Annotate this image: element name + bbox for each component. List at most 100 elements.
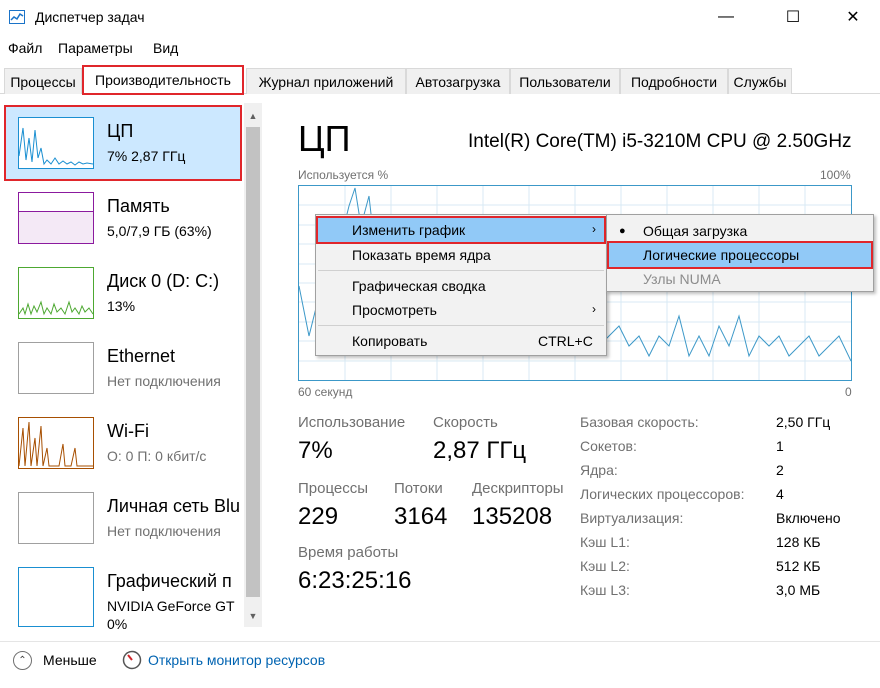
info-label: Виртуализация:	[580, 510, 684, 526]
sidebar-item-label: Диск 0 (D: C:)	[107, 271, 220, 291]
processes-label: Процессы	[298, 480, 369, 497]
scroll-up-icon[interactable]: ▲	[244, 107, 262, 125]
task-manager-icon	[9, 10, 25, 24]
context-menu: Изменить график › Показать время ядра Гр…	[315, 214, 607, 356]
usage-label: Использование	[298, 414, 406, 431]
ctx-graph-summary[interactable]: Графическая сводка	[318, 274, 604, 298]
open-resource-monitor-link[interactable]: Открыть монитор ресурсов	[148, 652, 325, 668]
sidebar-item-label: Графический п	[107, 571, 232, 591]
ctx-separator	[318, 325, 604, 326]
ctx-shortcut: CTRL+C	[538, 333, 593, 349]
minimize-button[interactable]: —	[703, 0, 749, 34]
submenu-item-label: Узлы NUMA	[643, 271, 721, 287]
menu-view[interactable]: Вид	[153, 40, 178, 56]
threads-label: Потоки	[394, 480, 443, 497]
sidebar-item-memory[interactable]: Память 5,0/7,9 ГБ (63%)	[6, 182, 240, 254]
menu-file[interactable]: Файл	[8, 40, 42, 56]
sidebar-item-wifi[interactable]: Wi-Fi О: 0 П: 0 кбит/с	[6, 407, 240, 479]
usage-value: 7%	[298, 437, 333, 464]
info-value: 2,50 ГГц	[776, 414, 831, 430]
page-title: ЦП	[298, 118, 351, 159]
uptime-value: 6:23:25:16	[298, 567, 412, 594]
title-bar: Диспетчер задач — ☐ ✕	[0, 0, 880, 34]
tab-startup[interactable]: Автозагрузка	[406, 68, 510, 94]
tab-strip: Процессы Производительность Журнал прило…	[0, 64, 880, 95]
bluetooth-mini-graph	[18, 492, 94, 544]
tab-details[interactable]: Подробности	[620, 68, 728, 94]
chevron-right-icon: ›	[592, 222, 596, 236]
sidebar-item-sub: 7% 2,87 ГГц	[107, 148, 186, 164]
menu-options[interactable]: Параметры	[58, 40, 133, 56]
graph-axis-label: Используется %	[298, 168, 389, 182]
info-label: Кэш L3:	[580, 582, 630, 598]
processes-value: 229	[298, 503, 339, 530]
fewer-details-button[interactable]: Меньше	[43, 652, 97, 668]
info-value: 512 КБ	[776, 558, 821, 574]
info-label: Кэш L1:	[580, 534, 630, 550]
ctx-separator	[318, 270, 604, 271]
sidebar-item-gpu[interactable]: Графический п NVIDIA GeForce GT 0%	[6, 557, 240, 633]
tab-performance[interactable]: Производительность	[82, 65, 244, 95]
handles-label: Дескрипторы	[472, 480, 564, 497]
info-value: 3,0 МБ	[776, 582, 821, 598]
sidebar-item-label: Wi-Fi	[107, 421, 149, 441]
submenu-logical-processors[interactable]: Логические процессоры	[607, 241, 873, 269]
resource-sidebar: ЦП 7% 2,87 ГГц Память 5,0/7,9 ГБ (63%) Д…	[0, 103, 262, 633]
submenu-numa-nodes: Узлы NUMA	[609, 267, 871, 291]
info-value: 4	[776, 486, 784, 502]
speed-value: 2,87 ГГц	[433, 437, 527, 464]
sidebar-item-label: ЦП	[107, 121, 134, 141]
sidebar-item-label: Личная сеть Blu	[107, 496, 240, 516]
ctx-item-label: Изменить график	[352, 222, 466, 238]
submenu-overall-utilization[interactable]: ● Общая загрузка	[609, 219, 871, 243]
ethernet-mini-graph	[18, 342, 94, 394]
window-title: Диспетчер задач	[35, 9, 145, 25]
scroll-down-icon[interactable]: ▼	[244, 607, 262, 625]
info-label: Сокетов:	[580, 438, 637, 454]
submenu-item-label: Общая загрузка	[643, 223, 748, 239]
chevron-right-icon: ›	[592, 302, 596, 316]
info-value: 2	[776, 462, 784, 478]
cpu-model: Intel(R) Core(TM) i5-3210M CPU @ 2.50GHz	[468, 131, 852, 152]
sidebar-item-sub: 13%	[107, 298, 136, 314]
speed-label: Скорость	[433, 414, 498, 431]
tab-app-history[interactable]: Журнал приложений	[246, 68, 406, 94]
info-value: 128 КБ	[776, 534, 821, 550]
change-graph-submenu: ● Общая загрузка Логические процессоры У…	[606, 214, 874, 292]
maximize-button[interactable]: ☐	[770, 0, 816, 34]
close-button[interactable]: ✕	[830, 0, 876, 34]
ctx-change-graph[interactable]: Изменить график ›	[316, 216, 606, 244]
graph-time-label: 60 секунд	[298, 385, 353, 399]
info-label: Кэш L2:	[580, 558, 630, 574]
close-icon: ✕	[846, 9, 860, 26]
sidebar-item-sub: NVIDIA GeForce GT	[107, 598, 235, 614]
menu-bar: Файл Параметры Вид	[0, 36, 880, 58]
ctx-item-label: Просмотреть	[352, 302, 437, 318]
ctx-show-kernel-times[interactable]: Показать время ядра	[318, 243, 604, 267]
disk-mini-graph	[18, 267, 94, 319]
tab-users[interactable]: Пользователи	[510, 68, 620, 94]
cpu-mini-graph	[18, 117, 94, 169]
sidebar-item-bluetooth[interactable]: Личная сеть Blu Нет подключения	[6, 482, 240, 554]
scroll-thumb[interactable]	[246, 127, 260, 597]
tab-services[interactable]: Службы	[728, 68, 792, 94]
sidebar-item-sub: Нет подключения	[107, 373, 221, 389]
ctx-copy[interactable]: Копировать CTRL+C	[318, 329, 604, 353]
chevron-up-icon[interactable]: ⌃	[13, 651, 32, 670]
sidebar-item-disk[interactable]: Диск 0 (D: C:) 13%	[6, 257, 240, 329]
ctx-view[interactable]: Просмотреть ›	[318, 298, 604, 322]
graph-max-label: 100%	[820, 168, 851, 182]
sidebar-item-label: Ethernet	[107, 346, 176, 366]
sidebar-item-sub2: 0%	[107, 616, 128, 632]
info-label: Логических процессоров:	[580, 486, 745, 502]
tab-processes[interactable]: Процессы	[4, 68, 82, 94]
sidebar-item-ethernet[interactable]: Ethernet Нет подключения	[6, 332, 240, 404]
sidebar-item-cpu[interactable]: ЦП 7% 2,87 ГГц	[4, 105, 242, 181]
minimize-icon: —	[718, 8, 734, 25]
ctx-item-label: Копировать	[352, 333, 428, 349]
sidebar-item-sub: 5,0/7,9 ГБ (63%)	[107, 223, 212, 239]
sidebar-scrollbar[interactable]: ▲ ▼	[244, 103, 262, 627]
resource-monitor-icon	[122, 650, 142, 670]
bottom-bar: ⌃ Меньше Открыть монитор ресурсов	[0, 641, 880, 688]
info-value: Включено	[776, 510, 841, 526]
